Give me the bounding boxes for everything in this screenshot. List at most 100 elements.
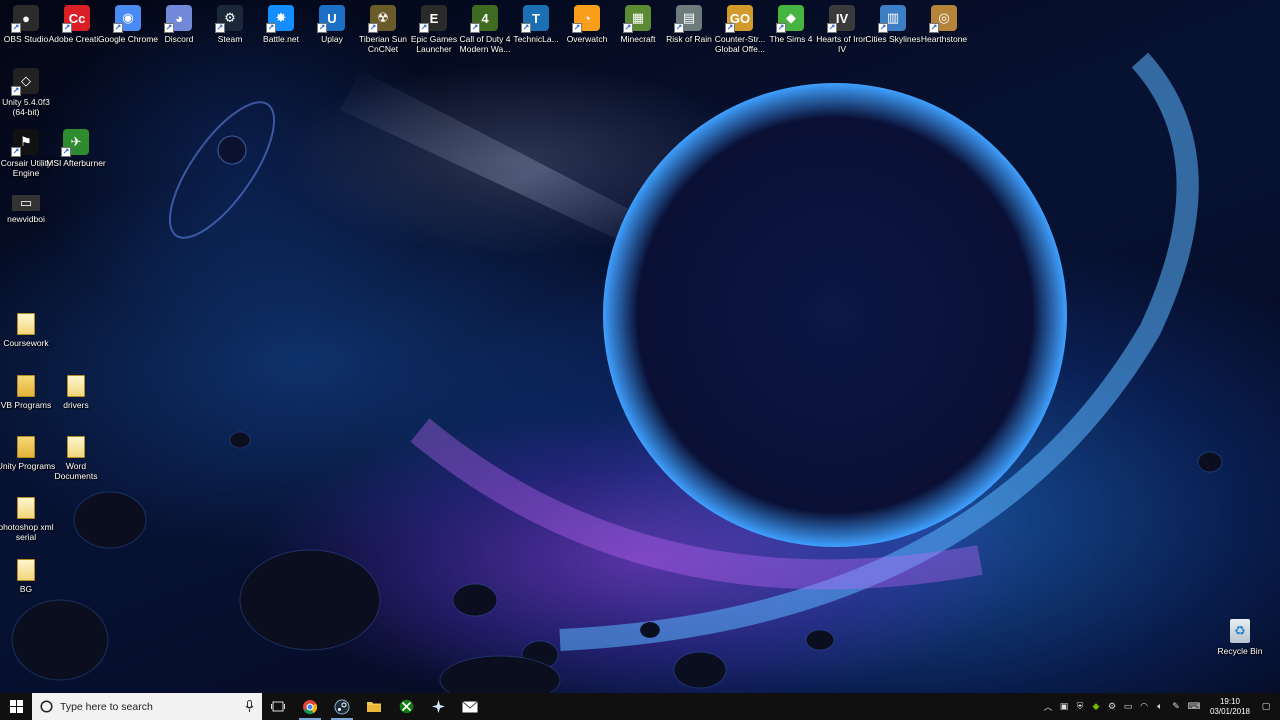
search-input[interactable]: Type here to search [60, 701, 238, 713]
obs-studio-shortcut[interactable]: ● ↗ OBS Studio [0, 5, 52, 44]
chevron-up-icon[interactable]: ︿ [1042, 701, 1054, 713]
bg-folder[interactable]: BG [0, 559, 52, 594]
taskbar-battlenet[interactable] [422, 693, 454, 720]
counter-strike-icon: GO ↗ [725, 5, 753, 33]
folder-icon [17, 436, 35, 458]
the-sims-4-shortcut[interactable]: ◆ ↗ The Sims 4 [765, 5, 817, 44]
cities-skylines-icon: ▥ ↗ [878, 5, 906, 33]
google-chrome-shortcut[interactable]: ◉ ↗ Google Chrome [98, 5, 158, 44]
uplay-shortcut[interactable]: U ↗ Uplay [306, 5, 358, 44]
microphone-icon[interactable] [245, 700, 254, 713]
taskbar: Type here to search ︿ ▣ ⛨ ◆ ⚙ ▭ ◠ 🔈︎ ✎ ⌨… [0, 693, 1280, 720]
system-tray: ︿ ▣ ⛨ ◆ ⚙ ▭ ◠ 🔈︎ ✎ ⌨ 19:10 03/01/2018 ▢ [1042, 693, 1280, 720]
folder-icon [17, 313, 35, 335]
google-chrome-icon: ◉ ↗ [113, 5, 141, 33]
hearthstone-shortcut[interactable]: ◎ ↗ Hearthstone [918, 5, 970, 44]
discord-shortcut[interactable]: ◕ ↗ Discord [153, 5, 205, 44]
folder-icon [17, 559, 35, 581]
taskbar-file-explorer[interactable] [358, 693, 390, 720]
pen-icon[interactable]: ✎ [1170, 701, 1182, 713]
recycle-bin-icon: ♻ [1230, 619, 1250, 643]
mail-icon [462, 700, 478, 712]
shield-icon[interactable]: ⛨ [1074, 701, 1086, 713]
steam-icon: ⚙ ↗ [215, 5, 243, 33]
newvidboi-file[interactable]: ▭ newvidboi [0, 195, 52, 224]
clock-time: 19:10 [1219, 696, 1241, 706]
taskbar-xbox[interactable] [390, 693, 422, 720]
chrome-icon [303, 699, 318, 714]
task-view-button[interactable] [262, 693, 294, 720]
tiberian-sun-icon: ☢ ↗ [368, 5, 396, 33]
minecraft-shortcut[interactable]: ▦ ↗ Minecraft [612, 5, 664, 44]
adobe-creative-cloud-icon: Cc ↗ [62, 5, 90, 33]
keyboard-icon[interactable]: ⌨ [1186, 701, 1202, 713]
epic-games-icon: E ↗ [419, 5, 447, 33]
technic-launcher-shortcut[interactable]: T ↗ TechnicLa... [510, 5, 562, 44]
taskbar-chrome[interactable] [294, 693, 326, 720]
vb-programs-folder[interactable]: VB Programs [0, 375, 52, 410]
word-documents-label: Word Documents [54, 461, 98, 481]
corsair-icon: ⚑ ↗ [11, 129, 39, 157]
video-file-icon: ▭ [12, 195, 40, 211]
cortana-circle-icon [40, 700, 53, 713]
windows-logo-icon [9, 700, 23, 713]
unity-label: Unity 5.4.0f3 (64-bit) [2, 97, 50, 117]
call-of-duty-shortcut[interactable]: 4 ↗ Call of Duty 4 Modern Wa... [459, 5, 511, 54]
counter-strike-shortcut[interactable]: GO ↗ Counter-Str... Global Offe... [714, 5, 766, 54]
taskbar-mail[interactable] [454, 693, 486, 720]
folder-icon [367, 702, 381, 712]
photoshop-serial-folder[interactable]: photoshop xml serial [0, 497, 54, 542]
drivers-folder[interactable]: drivers [50, 375, 102, 410]
tiberian-sun-shortcut[interactable]: ☢ ↗ Tiberian Sun CnCNet [357, 5, 409, 54]
corsair-shortcut[interactable]: ⚑ ↗ Corsair Utility Engine [0, 129, 52, 178]
newvidboi-label: newvidboi [7, 214, 45, 224]
coursework-label: Coursework [3, 338, 49, 348]
epic-games-shortcut[interactable]: E ↗ Epic Games Launcher [408, 5, 460, 54]
steam-icon [334, 699, 350, 714]
recycle-bin-label: Recycle Bin [1217, 646, 1263, 656]
notification-icon[interactable]: ▢ [1258, 701, 1274, 713]
msi-afterburner-shortcut[interactable]: ✈ ↗ MSI Afterburner [46, 129, 106, 168]
overwatch-shortcut[interactable]: ◔ ↗ Overwatch [561, 5, 613, 44]
volume-icon[interactable]: 🔈︎ [1154, 701, 1166, 713]
hearts-of-iron-shortcut[interactable]: IV ↗ Hearts of Iron IV [816, 5, 868, 54]
obs-studio-icon: ● ↗ [11, 5, 39, 33]
wallpaper [11, 52, 1223, 693]
folder-icon [67, 436, 85, 458]
cities-skylines-shortcut[interactable]: ▥ ↗ Cities Skylines [865, 5, 921, 44]
unity-shortcut[interactable]: ◇ ↗ Unity 5.4.0f3 (64-bit) [0, 68, 52, 117]
discord-icon: ◕ ↗ [164, 5, 192, 33]
start-button[interactable] [0, 693, 32, 720]
technic-launcher-icon: T ↗ [521, 5, 549, 33]
risk-of-rain-shortcut[interactable]: ▤ ↗ Risk of Rain [663, 5, 715, 44]
battlenet-icon: ✸ ↗ [266, 5, 294, 33]
unity-programs-folder[interactable]: Unity Programs [0, 436, 55, 471]
steam-shortcut[interactable]: ⚙ ↗ Steam [204, 5, 256, 44]
nvidia-icon[interactable]: ◆ [1090, 701, 1102, 713]
uplay-icon: U ↗ [317, 5, 345, 33]
word-documents-folder[interactable]: Word Documents [50, 436, 102, 481]
msi-afterburner-icon: ✈ ↗ [61, 129, 89, 157]
coursework-folder[interactable]: Coursework [0, 313, 52, 348]
unity-icon: ◇ ↗ [11, 68, 39, 96]
hearthstone-icon: ◎ ↗ [929, 5, 957, 33]
adobe-creative-cloud-shortcut[interactable]: Cc ↗ Adobe Creati... [49, 5, 105, 44]
overwatch-icon: ◔ ↗ [572, 5, 600, 33]
recycle-bin[interactable]: ♻ Recycle Bin [1214, 619, 1266, 656]
wifi-icon[interactable]: ◠ [1138, 701, 1150, 713]
battlenet-icon [431, 700, 445, 713]
task-view-icon [271, 701, 285, 712]
tray-app-icon[interactable]: ▣ [1058, 701, 1070, 713]
shortcut-label: Hearthstone [920, 34, 968, 44]
risk-of-rain-icon: ▤ ↗ [674, 5, 702, 33]
steam-tray-icon[interactable]: ⚙ [1106, 701, 1118, 713]
photoshop-serial-label: photoshop xml serial [0, 522, 54, 542]
battlenet-shortcut[interactable]: ✸ ↗ Battle.net [255, 5, 307, 44]
drivers-label: drivers [63, 400, 89, 410]
taskbar-clock[interactable]: 19:10 03/01/2018 [1206, 697, 1254, 717]
network-icon[interactable]: ▭ [1122, 701, 1134, 713]
folder-icon [67, 375, 85, 397]
xbox-icon [399, 699, 413, 714]
taskbar-steam[interactable] [326, 693, 358, 720]
taskbar-search-box[interactable]: Type here to search [32, 693, 262, 720]
